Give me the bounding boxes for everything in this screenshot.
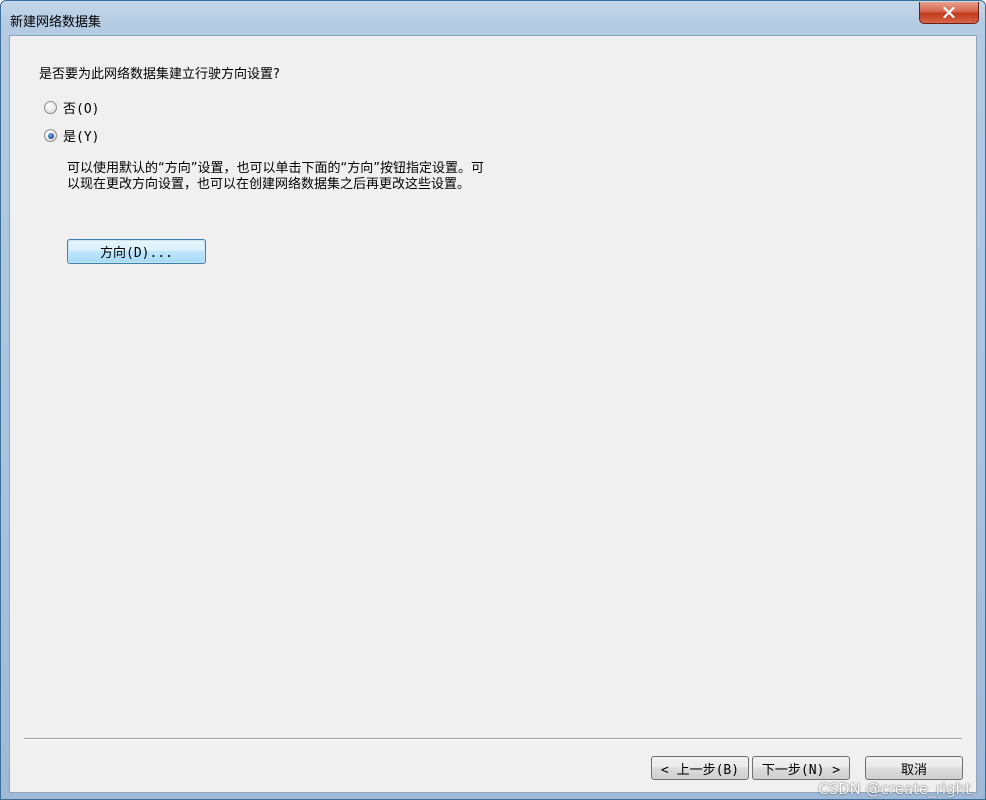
radio-checked-icon[interactable] <box>44 129 57 142</box>
window-title: 新建网络数据集 <box>10 15 102 30</box>
description-line-2: 以现在更改方向设置，也可以在创建网络数据集之后再更改这些设置。 <box>67 177 471 192</box>
radio-option-yes[interactable]: 是(Y) <box>44 126 99 145</box>
description-text: 可以使用默认的“方向”设置，也可以单击下面的“方向”按钮指定设置。可 以现在更改… <box>67 161 607 193</box>
radio-option-no-label: 否(O) <box>63 102 100 117</box>
close-x-icon <box>943 7 955 18</box>
footer-separator <box>24 738 962 740</box>
close-button[interactable] <box>919 2 979 24</box>
title-bar[interactable]: 新建网络数据集 <box>1 1 985 35</box>
question-label: 是否要为此网络数据集建立行驶方向设置? <box>39 67 280 82</box>
cancel-button[interactable]: 取消 <box>865 756 963 780</box>
radio-option-yes-label: 是(Y) <box>63 130 100 145</box>
dialog-window: 新建网络数据集 是否要为此网络数据集建立行驶方向设置? 否(O) 是(Y) 可以… <box>0 0 986 800</box>
radio-option-no[interactable]: 否(O) <box>44 98 99 117</box>
radio-unchecked-icon[interactable] <box>44 101 57 114</box>
watermark-text: CSDN @create_right <box>818 780 971 798</box>
description-line-1: 可以使用默认的“方向”设置，也可以单击下面的“方向”按钮指定设置。可 <box>67 161 484 176</box>
dialog-client-area: 是否要为此网络数据集建立行驶方向设置? 否(O) 是(Y) 可以使用默认的“方向… <box>9 35 977 793</box>
next-button[interactable]: 下一步(N) > <box>752 756 850 780</box>
directions-button[interactable]: 方向(D)... <box>67 239 206 264</box>
back-button[interactable]: < 上一步(B) <box>651 756 749 780</box>
